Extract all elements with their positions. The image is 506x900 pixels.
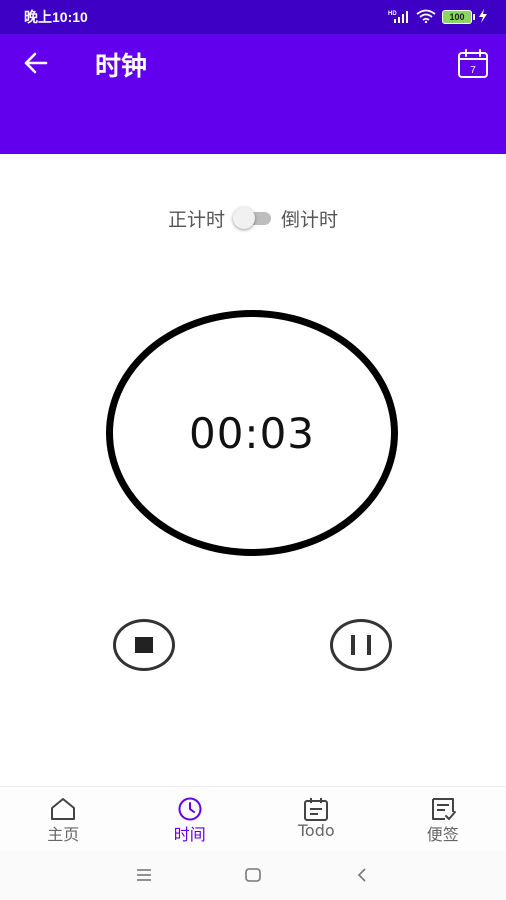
app-bar: 时钟 7	[0, 34, 506, 154]
menu-button[interactable]	[129, 860, 159, 890]
nav-item-home[interactable]: 主页	[0, 787, 127, 851]
page-title: 时钟	[95, 52, 148, 82]
countdown-label: 倒计时	[281, 208, 339, 231]
nav-label: 便签	[426, 825, 459, 844]
nav-label: Todo	[297, 821, 335, 840]
calendar-day: 7	[470, 65, 476, 76]
calendar-button[interactable]: 7	[456, 48, 490, 80]
svg-text:HD: HD	[388, 11, 397, 17]
nav-label: 主页	[47, 825, 80, 844]
battery-level: 100	[449, 12, 465, 22]
status-time: 晚上10:10	[24, 9, 88, 25]
calendar-icon: 7	[458, 49, 488, 78]
clock-icon	[178, 797, 202, 821]
stop-button[interactable]	[113, 619, 175, 671]
pause-icon	[351, 635, 371, 655]
nav-item-time[interactable]: 时间	[127, 787, 254, 851]
back-chevron-icon	[357, 868, 366, 882]
home-icon	[51, 798, 76, 820]
menu-icon	[137, 869, 152, 881]
nav-item-notes[interactable]: 便签	[380, 787, 506, 851]
mode-toggle-switch[interactable]	[233, 207, 273, 229]
signal-icon: HD	[388, 9, 410, 26]
stop-icon	[135, 637, 153, 653]
timer-display: 00:03	[188, 408, 316, 458]
note-icon	[431, 798, 456, 821]
charging-icon	[478, 8, 488, 26]
switch-thumb	[233, 207, 255, 229]
wifi-icon	[416, 9, 436, 26]
back-arrow-icon	[24, 52, 48, 74]
back-button[interactable]	[18, 48, 54, 78]
battery-icon: 100	[442, 10, 475, 24]
system-nav-bar	[0, 850, 506, 900]
nav-item-todo[interactable]: Todo	[253, 787, 380, 851]
nav-label: 时间	[173, 825, 206, 844]
status-icons: HD 100	[388, 8, 488, 26]
bottom-nav: 主页 时间 Todo 便签	[0, 786, 506, 851]
home-nav-button[interactable]	[238, 860, 268, 890]
back-nav-button[interactable]	[347, 860, 377, 890]
todo-calendar-icon	[304, 798, 329, 821]
status-bar: 晚上10:10 HD 100	[0, 0, 506, 34]
home-square-icon	[245, 868, 261, 882]
mode-switch-row: 正计时 倒计时	[0, 205, 506, 231]
count-up-label: 正计时	[167, 208, 225, 231]
timer-circle: 00:03	[106, 310, 398, 556]
pause-button[interactable]	[330, 619, 392, 671]
